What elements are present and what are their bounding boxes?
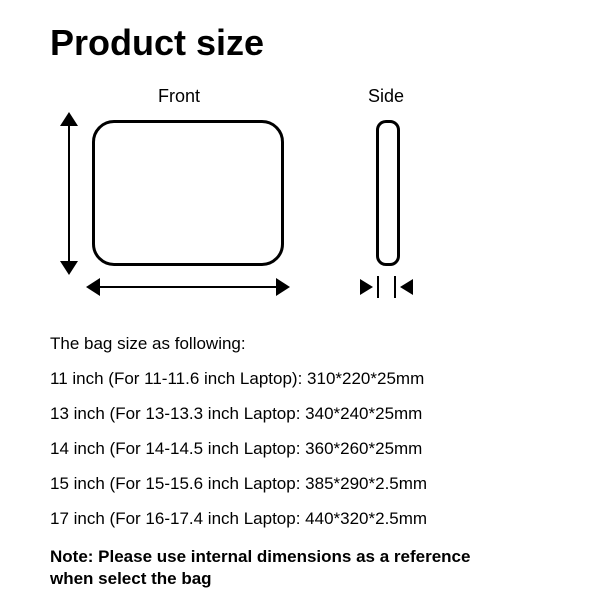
width-dimension-line <box>94 286 282 288</box>
front-view-rect <box>92 120 284 266</box>
height-dimension-line <box>68 118 70 268</box>
side-view-label: Side <box>368 86 404 107</box>
side-view-rect <box>376 120 400 266</box>
list-item: 17 inch (For 16-17.4 inch Laptop: 440*32… <box>50 501 427 536</box>
arrow-right-icon <box>276 278 290 296</box>
front-view-label: Front <box>158 86 200 107</box>
list-item: 14 inch (For 14-14.5 inch Laptop: 360*26… <box>50 431 427 466</box>
thickness-tick-right <box>394 276 396 298</box>
size-list-intro: The bag size as following: <box>50 326 427 361</box>
arrow-left-icon <box>86 278 100 296</box>
arrow-down-icon <box>60 261 78 275</box>
page-title: Product size <box>50 22 264 64</box>
thickness-arrow-left-icon <box>360 279 373 295</box>
size-list: The bag size as following: 11 inch (For … <box>50 326 427 536</box>
list-item: 11 inch (For 11-11.6 inch Laptop): 310*2… <box>50 361 427 396</box>
list-item: 15 inch (For 15-15.6 inch Laptop: 385*29… <box>50 466 427 501</box>
thickness-tick-left <box>377 276 379 298</box>
list-item: 13 inch (For 13-13.3 inch Laptop: 340*24… <box>50 396 427 431</box>
arrow-up-icon <box>60 112 78 126</box>
note-text: Note: Please use internal dimensions as … <box>50 546 480 590</box>
thickness-arrow-right-icon <box>400 279 413 295</box>
